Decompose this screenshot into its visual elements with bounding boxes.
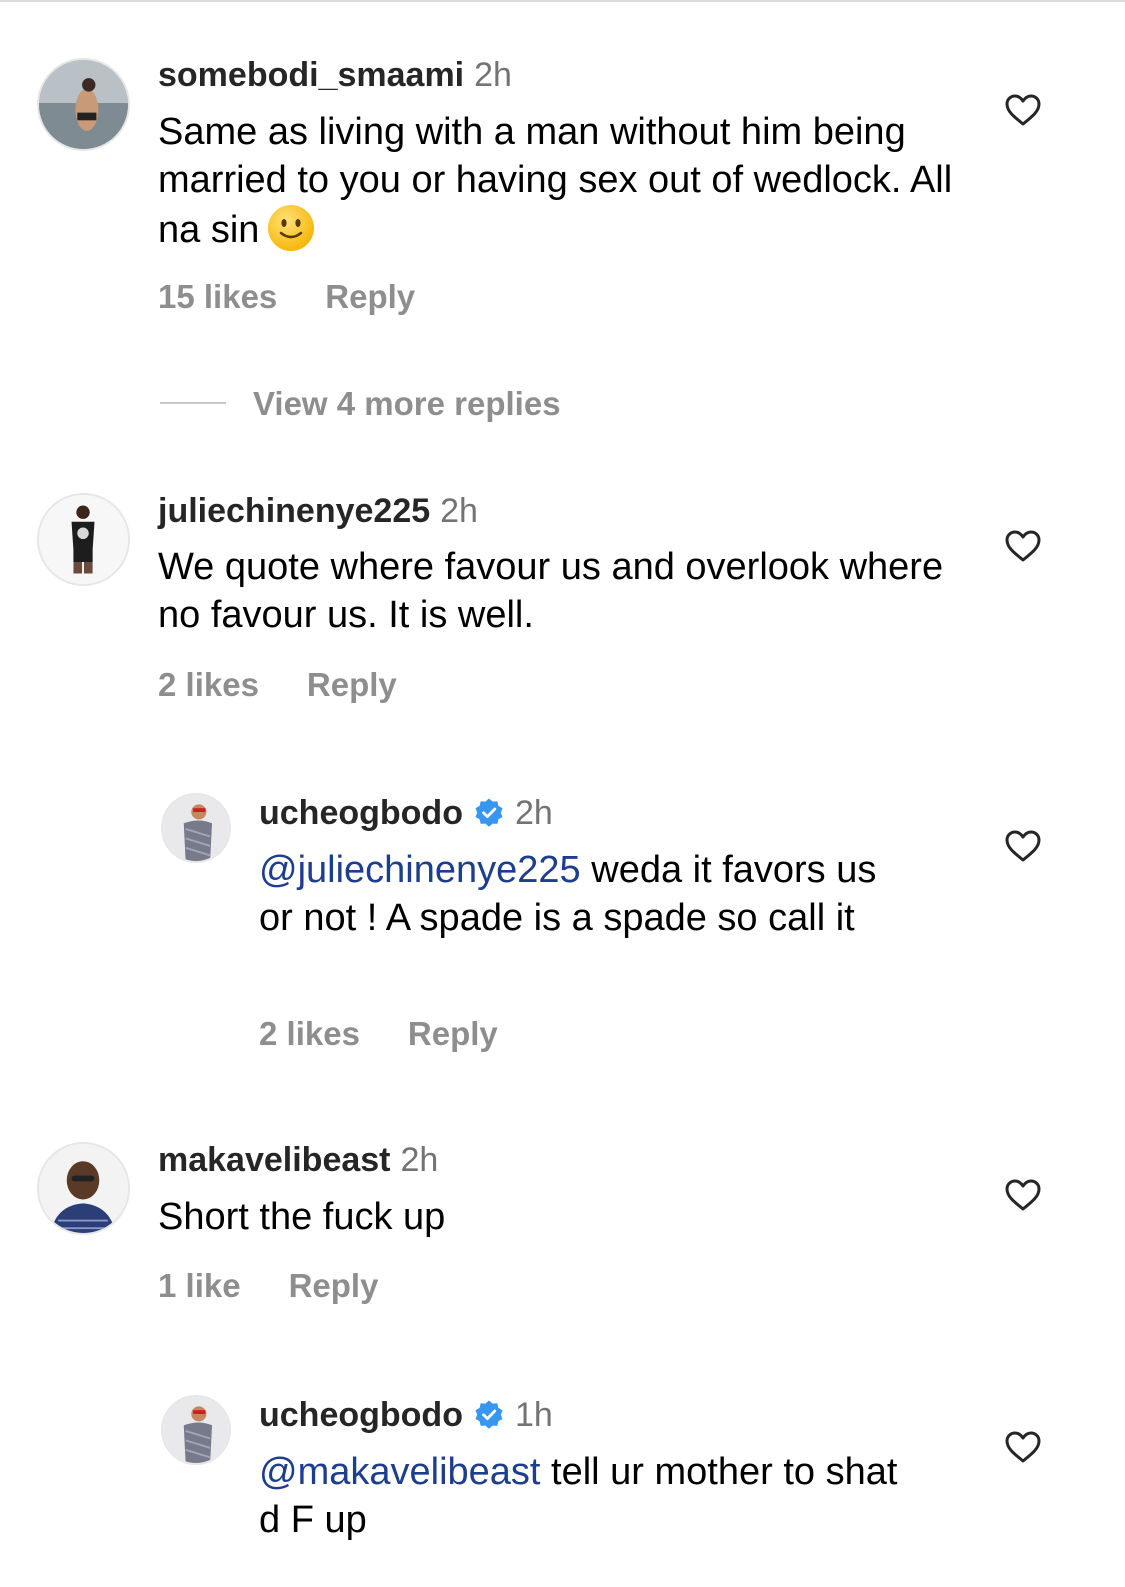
avatar-somebodi-smaami[interactable]: [37, 58, 130, 151]
heart-outline-icon[interactable]: [1004, 829, 1042, 863]
comment-meta: ucheogbodo 1h: [259, 1395, 553, 1435]
verified-badge-icon: [473, 1399, 505, 1431]
heart-outline-icon[interactable]: [1004, 529, 1042, 563]
avatar-ucheogbodo[interactable]: [161, 1395, 231, 1465]
view-replies-divider: [160, 402, 226, 404]
likes-count[interactable]: 1 like: [158, 1267, 241, 1304]
mention-link[interactable]: @makavelibeast: [259, 1451, 540, 1493]
username[interactable]: makavelibeast: [158, 1141, 391, 1179]
comments-page: somebodi_smaami 2h Same as living with a …: [0, 0, 1125, 1587]
top-divider: [0, 0, 1125, 2]
comment-text: @juliechinenye225 weda it favors us or n…: [259, 846, 919, 942]
heart-outline-icon[interactable]: [1004, 1178, 1042, 1212]
likes-count[interactable]: 15 likes: [158, 278, 277, 315]
verified-badge-icon: [473, 797, 505, 829]
timestamp: 2h: [440, 492, 478, 530]
reply-button[interactable]: Reply: [325, 278, 415, 315]
timestamp: 1h: [514, 1396, 553, 1434]
reply-button[interactable]: Reply: [408, 1015, 498, 1052]
likes-count[interactable]: 2 likes: [158, 666, 259, 703]
mention-link[interactable]: @juliechinenye225: [259, 849, 581, 891]
username[interactable]: juliechinenye225: [158, 492, 430, 530]
comment-meta: somebodi_smaami 2h: [158, 55, 512, 95]
comment-text: Short the fuck up: [158, 1196, 446, 1238]
timestamp: 2h: [474, 56, 512, 94]
timestamp: 2h: [400, 1141, 439, 1179]
slightly-smiling-face-icon: [267, 204, 315, 252]
reply-button[interactable]: Reply: [289, 1267, 379, 1304]
comment-text: @makavelibeast tell ur mother to shat d …: [259, 1448, 919, 1544]
heart-outline-icon[interactable]: [1004, 93, 1042, 127]
avatar-ucheogbodo[interactable]: [161, 793, 231, 863]
comment-actions: 2 likes Reply: [158, 665, 397, 705]
comment-text: Same as living with a man without him be…: [158, 108, 958, 254]
heart-outline-icon[interactable]: [1004, 1430, 1042, 1464]
username[interactable]: ucheogbodo: [259, 1396, 463, 1434]
comment-text: We quote where favour us and overlook wh…: [158, 546, 944, 636]
comment-meta: ucheogbodo 2h: [259, 793, 553, 833]
view-more-replies-button[interactable]: View 4 more replies: [253, 384, 561, 424]
comment-actions: 1 like Reply: [158, 1266, 378, 1306]
avatar-makavelibeast[interactable]: [37, 1142, 130, 1235]
username[interactable]: ucheogbodo: [259, 794, 463, 832]
comment-actions: 2 likes Reply: [259, 1014, 498, 1054]
avatar-juliechinenye225[interactable]: [37, 493, 130, 586]
timestamp: 2h: [514, 794, 553, 832]
comment-meta: makavelibeast 2h: [158, 1140, 438, 1180]
reply-button[interactable]: Reply: [307, 666, 397, 703]
comment-meta: juliechinenye225 2h: [158, 491, 478, 531]
likes-count[interactable]: 2 likes: [259, 1015, 360, 1052]
username[interactable]: somebodi_smaami: [158, 56, 464, 94]
comment-actions: 15 likes Reply: [158, 277, 415, 317]
